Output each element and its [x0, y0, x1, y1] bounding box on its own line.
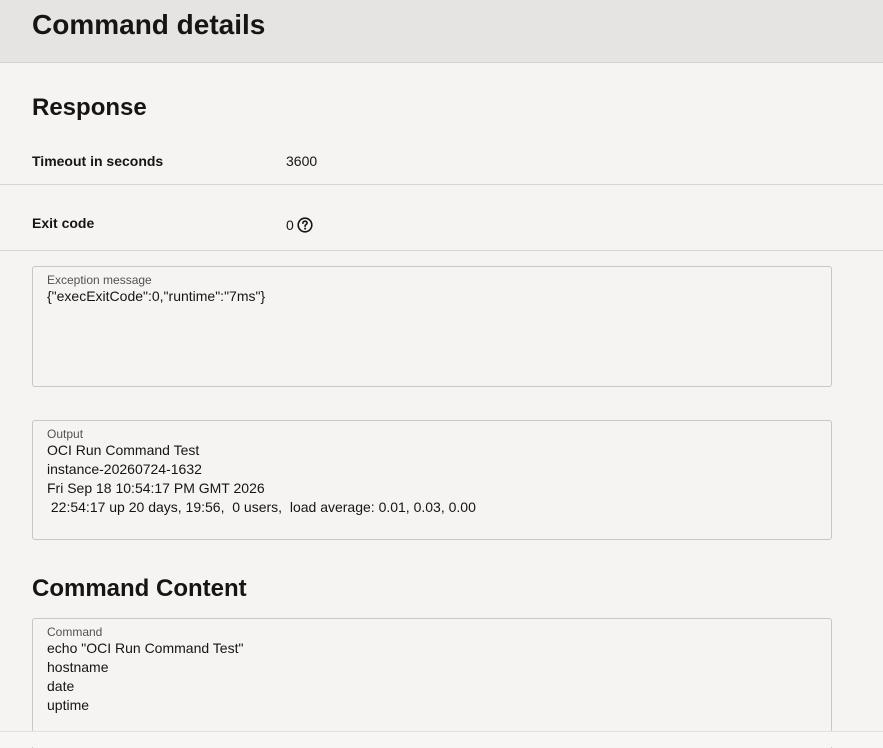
- response-section-title: Response: [32, 94, 147, 121]
- output-line: OCI Run Command Test: [47, 442, 200, 458]
- output-line: 22:54:17 up 20 days, 19:56, 0 users, loa…: [47, 499, 476, 515]
- command-line: echo "OCI Run Command Test": [47, 640, 244, 656]
- exit-code-value-text: 0: [286, 217, 294, 233]
- command-line: uptime: [47, 697, 90, 713]
- exception-message-line: {"execExitCode":0,"runtime":"7ms"}: [47, 288, 266, 304]
- output-line: instance-20260724-1632: [47, 461, 202, 477]
- command-field[interactable]: Command echo "OCI Run Command Test" host…: [32, 618, 832, 748]
- output-label: Output: [47, 427, 84, 441]
- divider: [0, 250, 883, 251]
- question-circle-icon[interactable]: [297, 217, 313, 233]
- exit-code-label: Exit code: [32, 215, 95, 231]
- exit-code-value: 0: [286, 216, 313, 234]
- timeout-value: 3600: [286, 152, 317, 170]
- output-line: Fri Sep 18 10:54:17 PM GMT 2026: [47, 480, 265, 496]
- exception-message-field[interactable]: Exception message {"execExitCode":0,"run…: [32, 266, 832, 387]
- exception-message-label: Exception message: [47, 273, 152, 287]
- command-content-section-title: Command Content: [32, 575, 247, 602]
- command-line: date: [47, 678, 75, 694]
- timeout-value-text: 3600: [286, 153, 318, 169]
- command-line: hostname: [47, 659, 109, 675]
- command-label: Command: [47, 625, 103, 639]
- page-title: Command details: [32, 9, 266, 40]
- output-field[interactable]: Output OCI Run Command Test instance-202…: [32, 420, 832, 540]
- timeout-label: Timeout in seconds: [32, 153, 164, 169]
- divider: [0, 184, 883, 185]
- bottom-bar: [0, 731, 883, 747]
- page-header: Command details: [0, 0, 883, 63]
